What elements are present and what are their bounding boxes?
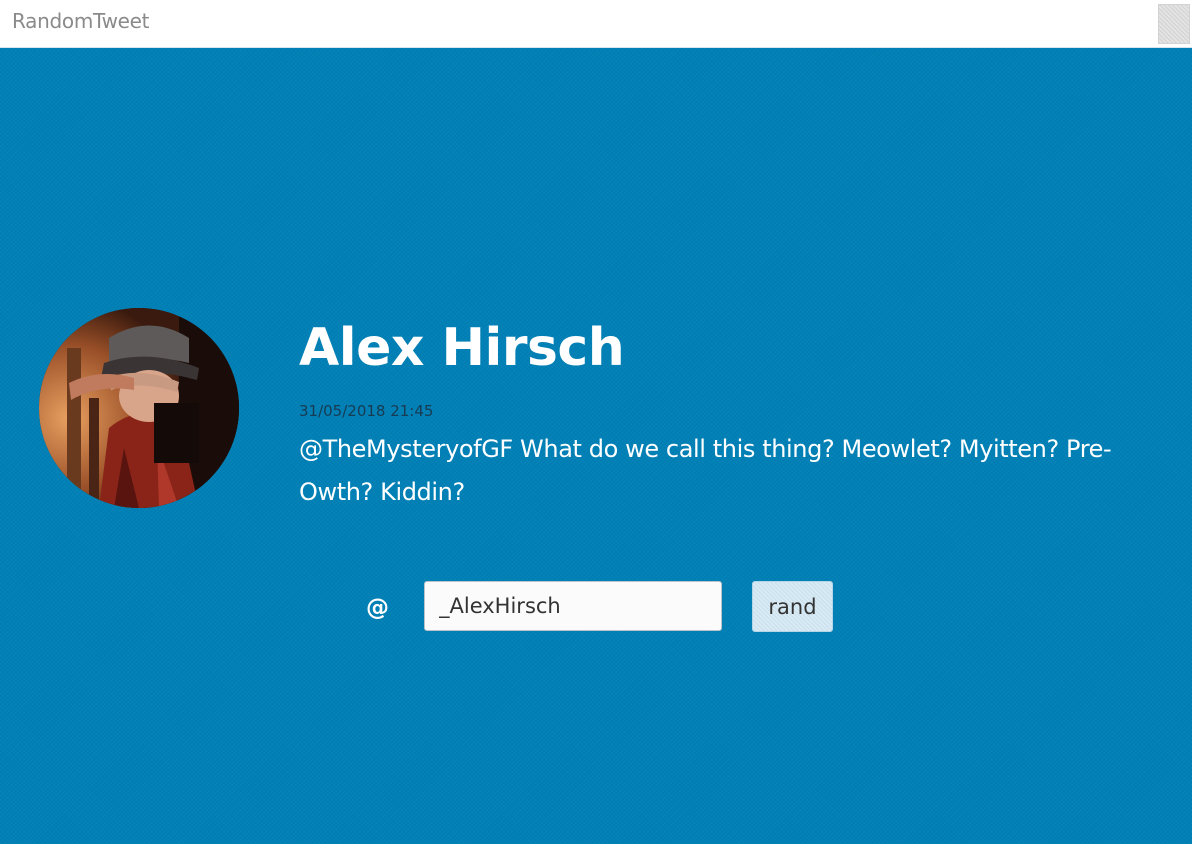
author-name: Alex Hirsch [299, 318, 625, 378]
window-control-button[interactable] [1158, 4, 1190, 44]
avatar [39, 308, 239, 508]
title-bar: RandomTweet [0, 0, 1192, 48]
handle-input[interactable] [424, 581, 722, 631]
at-symbol-label: @ [366, 595, 389, 621]
tweet-timestamp: 31/05/2018 21:45 [299, 402, 434, 420]
avatar-photo-icon [39, 308, 239, 508]
app-title: RandomTweet [12, 9, 150, 33]
tweet-text: @TheMysteryofGF What do we call this thi… [299, 435, 1112, 506]
rand-button[interactable]: rand [752, 581, 833, 632]
